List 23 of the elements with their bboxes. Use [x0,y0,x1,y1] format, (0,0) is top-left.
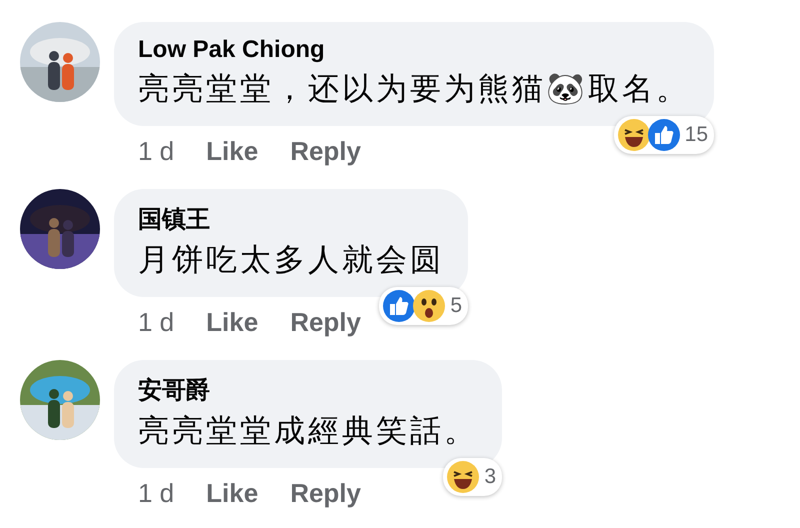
thumbs-up-icon [382,289,416,323]
like-link[interactable]: Like [206,478,258,509]
timestamp[interactable]: 1 d [138,136,174,167]
laughing-emoji-icon [616,118,651,152]
reply-link[interactable]: Reply [290,136,361,167]
comment-text: 亮亮堂堂，还以为要为熊猫🐼取名。 [138,70,690,109]
author-name[interactable]: 安哥爵 [138,374,478,406]
reactions-badge[interactable]: 5 [379,287,468,325]
laughing-emoji-icon [446,460,480,494]
surprised-emoji-icon [412,289,446,323]
author-name[interactable]: Low Pak Chiong [138,36,690,64]
reply-link[interactable]: Reply [290,478,361,509]
timestamp[interactable]: 1 d [138,478,174,509]
thumbs-up-icon [646,118,681,152]
reply-link[interactable]: Reply [290,307,361,338]
reactions-badge[interactable]: 3 [443,458,502,496]
like-link[interactable]: Like [206,136,258,167]
comment-text: 月饼吃太多人就会圆 [138,241,444,280]
timestamp[interactable]: 1 d [138,307,174,338]
comment-text: 亮亮堂堂成經典笑話。 [138,412,478,451]
like-link[interactable]: Like [206,307,258,338]
reactions-badge[interactable]: 15 [614,116,714,154]
author-name[interactable]: 国镇王 [138,203,444,235]
